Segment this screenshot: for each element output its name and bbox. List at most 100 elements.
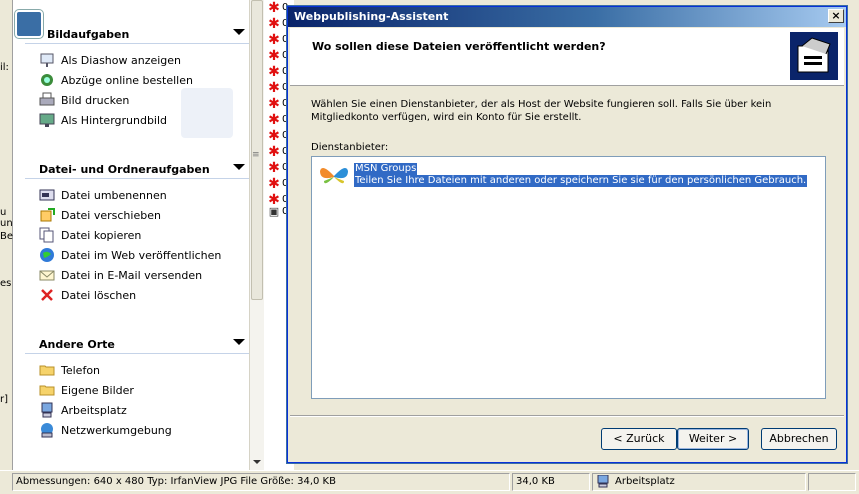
web-publishing-icon	[790, 32, 838, 80]
image-file-icon[interactable]: ✱	[266, 128, 282, 144]
status-location: Arbeitsplatz	[592, 473, 806, 491]
text-fragment: r]	[0, 394, 9, 405]
dialog-title: Webpublishing-Assistent	[294, 10, 449, 23]
printer-icon	[39, 92, 55, 108]
section-header-file-tasks[interactable]: Datei- und Ordneraufgaben	[25, 157, 249, 179]
delete-icon	[39, 287, 55, 303]
next-button[interactable]: Weiter >	[677, 428, 749, 450]
image-file-icon[interactable]: ✱	[266, 112, 282, 128]
move-icon	[39, 207, 55, 223]
wizard-instructions: Wählen Sie einen Dienstanbieter, der als…	[311, 99, 772, 123]
computer-icon	[597, 474, 609, 488]
section-title: Andere Orte	[39, 338, 115, 351]
image-file-icon[interactable]: ✱	[266, 32, 282, 48]
section-title: Bildaufgaben	[47, 28, 130, 41]
text-fragment: Be	[0, 231, 14, 242]
close-icon[interactable]: ×	[828, 9, 844, 23]
task-rename[interactable]: Datei umbenennen	[39, 186, 167, 204]
task-label: Datei verschieben	[61, 208, 161, 222]
text-fragment: un	[0, 218, 13, 229]
task-label: Datei in E-Mail versenden	[61, 268, 203, 282]
network-icon	[39, 422, 55, 438]
place-telefon[interactable]: Telefon	[39, 361, 100, 379]
image-file-icon[interactable]: ✱	[266, 16, 282, 32]
wizard-question: Wo sollen diese Dateien veröffentlicht w…	[312, 40, 606, 53]
provider-item-msn-groups[interactable]: MSN Groups Teilen Sie Ihre Dateien mit a…	[318, 163, 808, 189]
image-file-icon[interactable]: ✱	[266, 48, 282, 64]
provider-list[interactable]: MSN Groups Teilen Sie Ihre Dateien mit a…	[311, 156, 826, 399]
task-wallpaper[interactable]: Als Hintergrundbild	[39, 111, 167, 129]
splitter-grip-icon[interactable]: ≡	[252, 150, 260, 160]
image-file-icon[interactable]: ✱	[266, 176, 282, 192]
copy-icon	[39, 227, 55, 243]
task-copy[interactable]: Datei kopieren	[39, 226, 141, 244]
place-label: Telefon	[61, 363, 101, 377]
status-details: Abmessungen: 640 x 480 Typ: IrfanView JP…	[12, 473, 510, 491]
task-label: Als Diashow anzeigen	[61, 53, 182, 67]
task-order-prints[interactable]: Abzüge online bestellen	[39, 71, 193, 89]
wizard-header: Wo sollen diese Dateien veröffentlicht w…	[290, 28, 844, 86]
task-delete[interactable]: Datei löschen	[39, 286, 136, 304]
publish-web-icon	[39, 247, 55, 263]
task-move[interactable]: Datei verschieben	[39, 206, 161, 224]
task-pane-scrollbar[interactable]	[249, 0, 264, 470]
section-title: Datei- und Ordneraufgaben	[39, 163, 210, 176]
place-label: Arbeitsplatz	[61, 403, 127, 417]
folder-icon	[39, 382, 55, 398]
task-label: Datei kopieren	[61, 228, 142, 242]
order-prints-icon	[39, 72, 55, 88]
email-icon	[39, 267, 55, 283]
status-bar: Abmessungen: 640 x 480 Typ: IrfanView JP…	[0, 470, 859, 492]
task-slideshow[interactable]: Als Diashow anzeigen	[39, 51, 181, 69]
task-label: Datei umbenennen	[61, 188, 167, 202]
section-header-bildaufgaben[interactable]: Bildaufgaben	[15, 10, 249, 44]
cancel-button[interactable]: Abbrechen	[761, 428, 837, 450]
section-header-other-places[interactable]: Andere Orte	[25, 332, 249, 354]
back-button[interactable]: < Zurück	[601, 428, 677, 450]
status-extra	[808, 473, 856, 491]
chevron-down-icon[interactable]	[233, 29, 245, 35]
provider-label: Dienstanbieter:	[311, 142, 389, 153]
text-fragment: es	[0, 278, 12, 289]
chevron-down-icon[interactable]	[233, 164, 245, 170]
dialog-title-bar[interactable]: Webpublishing-Assistent ×	[288, 7, 846, 27]
task-print[interactable]: Bild drucken	[39, 91, 129, 109]
text-fragment: u	[0, 207, 7, 218]
task-label: Datei im Web veröffentlichen	[61, 248, 222, 262]
chevron-down-icon[interactable]	[233, 339, 245, 345]
publishing-wizard-dialog: Webpublishing-Assistent × Wo sollen dies…	[287, 6, 847, 463]
document-file-icon[interactable]: ▣	[266, 204, 282, 220]
status-size: 34,0 KB	[512, 473, 590, 491]
task-label: Datei löschen	[61, 288, 137, 302]
provider-description: Teilen Sie Ihre Dateien mit anderen oder…	[354, 175, 808, 187]
task-email[interactable]: Datei in E-Mail versenden	[39, 266, 202, 284]
place-arbeitsplatz[interactable]: Arbeitsplatz	[39, 401, 127, 419]
watermark-picture-icon	[181, 88, 233, 138]
image-file-icon[interactable]: ✱	[266, 160, 282, 176]
wallpaper-icon	[39, 112, 55, 128]
image-file-icon[interactable]: ✱	[266, 96, 282, 112]
place-label: Eigene Bilder	[61, 383, 134, 397]
image-file-icon[interactable]: ✱	[266, 80, 282, 96]
place-netzwerkumgebung[interactable]: Netzwerkumgebung	[39, 421, 172, 439]
provider-name: MSN Groups	[354, 163, 418, 175]
task-label: Als Hintergrundbild	[61, 113, 168, 127]
status-location-label: Arbeitsplatz	[615, 476, 675, 487]
place-label: Netzwerkumgebung	[61, 423, 172, 437]
text-fragment: il:	[0, 62, 9, 73]
task-publish-web[interactable]: Datei im Web veröffentlichen	[39, 246, 221, 264]
scroll-down-arrow-icon[interactable]	[253, 460, 261, 464]
image-file-icon[interactable]: ✱	[266, 144, 282, 160]
rename-icon	[39, 187, 55, 203]
pictures-task-icon	[15, 10, 43, 38]
image-file-icon[interactable]: ✱	[266, 0, 282, 16]
msn-butterfly-icon	[318, 163, 350, 189]
task-pane: Bildaufgaben Als Diashow anzeigen Abzüge…	[13, 0, 249, 470]
image-file-icon[interactable]: ✱	[266, 64, 282, 80]
dialog-separator	[290, 415, 844, 417]
slideshow-icon	[39, 52, 55, 68]
computer-icon	[39, 402, 55, 418]
place-eigene-bilder[interactable]: Eigene Bilder	[39, 381, 134, 399]
folder-icon	[39, 362, 55, 378]
task-label: Abzüge online bestellen	[61, 73, 193, 87]
